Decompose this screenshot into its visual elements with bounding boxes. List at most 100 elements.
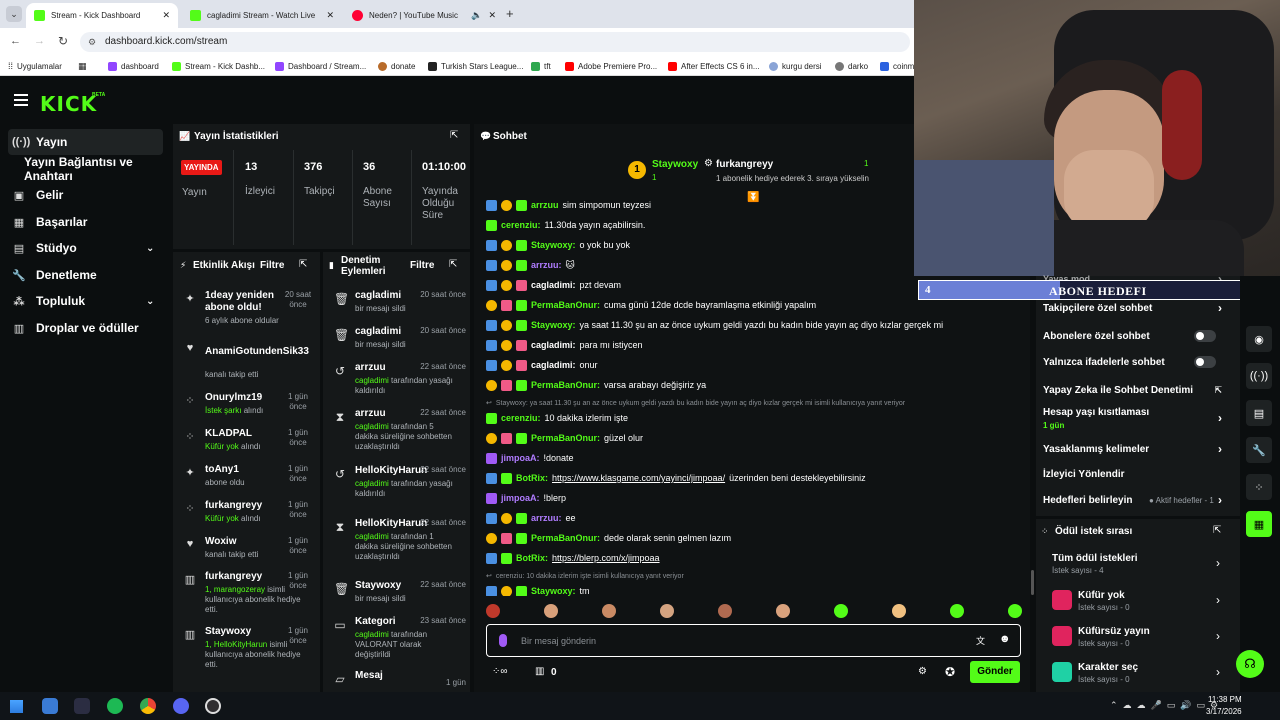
popout-icon[interactable]: ⇱ <box>449 259 457 270</box>
tool-button-broadcast[interactable]: ((·)) <box>1246 363 1272 389</box>
bookmark-kurgu[interactable]: kurgu dersi <box>769 56 822 76</box>
emote-icon[interactable] <box>544 604 558 618</box>
windows-start-icon[interactable] <box>10 700 23 713</box>
setting-raid[interactable]: İzleyici Yönlendir <box>1043 465 1228 483</box>
discord-icon[interactable] <box>173 698 189 714</box>
tab-search-button[interactable]: ⌄ <box>6 6 22 22</box>
kick-logo[interactable]: KICK <box>40 92 97 116</box>
emote-icon[interactable] <box>776 604 790 618</box>
reward-all[interactable]: Tüm ödül istekleri İstek sayısı - 4 › <box>1052 553 1232 579</box>
mod-tools-icon[interactable]: ✪ <box>945 665 955 679</box>
chat-username[interactable]: Staywoxy: <box>531 320 576 330</box>
chat-username[interactable]: cerenziu: <box>501 413 541 423</box>
microphone-icon[interactable] <box>499 634 507 647</box>
sidebar-item-topluluk[interactable]: ⁂ Topluluk ⌄ <box>0 288 170 314</box>
emote-icon[interactable] <box>834 604 848 618</box>
chat-username[interactable]: cagladimi: <box>531 280 576 290</box>
bookmark-stream-kick[interactable]: Stream - Kick Dashb... <box>172 56 265 76</box>
bookmark-tsl[interactable]: Turkish Stars League... <box>428 56 523 76</box>
tab-cagladimi-stream[interactable]: cagladimi Stream - Watch Live ✕ <box>182 3 342 28</box>
chat-link[interactable]: https://www.klasgame.com/yayinci/jimpoaa… <box>552 473 725 483</box>
chrome-icon[interactable] <box>140 698 156 714</box>
moderation-filter-button[interactable]: Filtre <box>410 260 434 271</box>
chat-username[interactable]: PermaBanOnur: <box>531 533 600 543</box>
bookmark-after-effects[interactable]: After Effects CS 6 in... <box>668 56 760 76</box>
bookmark-donate[interactable]: donate <box>378 56 415 76</box>
emoji-icon[interactable]: ☻ <box>999 633 1011 645</box>
forward-icon[interactable]: → <box>34 35 45 47</box>
setting-subscribers-only[interactable]: Abonelere özel sohbet <box>1043 327 1228 345</box>
tool-button-calendar[interactable]: ▤ <box>1246 400 1272 426</box>
activity-filter-button[interactable]: Filtre <box>260 260 284 271</box>
taskbar-app-icon[interactable] <box>42 698 58 714</box>
tab-youtube-music[interactable]: Neden? | YouTube Music 🔈 ✕ <box>344 3 504 28</box>
chat-link[interactable]: https://blerp.com/x/jimpoaa <box>552 553 660 563</box>
hamburger-menu-icon[interactable] <box>14 94 28 106</box>
emote-icon[interactable] <box>950 604 964 618</box>
reload-icon[interactable]: ↻ <box>58 34 68 48</box>
chat-username[interactable]: BotRix: <box>516 473 548 483</box>
chat-username[interactable]: BotRix: <box>516 553 548 563</box>
sidebar-item-denetleme[interactable]: 🔧 Denetleme <box>0 262 170 288</box>
spotify-icon[interactable] <box>107 698 123 714</box>
popout-icon[interactable]: ⇱ <box>450 130 458 141</box>
tab-close-icon[interactable]: ✕ <box>488 10 496 21</box>
emote-icon[interactable] <box>718 604 732 618</box>
emote-icon[interactable] <box>892 604 906 618</box>
send-button[interactable]: Gönder <box>970 661 1020 683</box>
chat-username[interactable]: jimpoaA: <box>501 453 540 463</box>
sidebar-item-basarilar[interactable]: ▦ Başarılar <box>0 209 170 235</box>
tool-button-moderation[interactable]: 🔧 <box>1246 437 1272 463</box>
shop-icon[interactable]: ▥ <box>535 666 544 677</box>
setting-ai-moderation[interactable]: Yapay Zeka ile Sohbet Denetimi ⇱ <box>1043 381 1228 399</box>
setting-emote-only[interactable]: Yalnızca ifadelerle sohbet <box>1043 353 1228 371</box>
sidebar-item-studyo[interactable]: ▤ Stüdyo ⌄ <box>0 235 170 261</box>
chat-username[interactable]: arrzuu: <box>531 513 562 523</box>
popout-icon[interactable]: ⇱ <box>1213 525 1221 536</box>
chevron-down-icon[interactable]: ⌄ <box>146 296 154 307</box>
setting-followers-only[interactable]: Takipçilere özel sohbet › <box>1043 299 1228 317</box>
chat-username[interactable]: cagladimi: <box>531 360 576 370</box>
bookmark-apps[interactable]: ⁞⁞ Uygulamalar <box>8 56 62 76</box>
obs-icon[interactable] <box>205 698 221 714</box>
sidebar-item-yayin-baglantisi[interactable]: Yayın Bağlantısı ve Anahtarı <box>14 155 174 183</box>
support-button[interactable]: ☊ <box>1236 650 1264 678</box>
chat-username[interactable]: PermaBanOnur: <box>531 433 600 443</box>
chat-username[interactable]: Staywoxy: <box>531 586 576 596</box>
emote-icon[interactable] <box>660 604 674 618</box>
subscribers-only-toggle[interactable] <box>1194 330 1216 342</box>
chat-username[interactable]: cagladimi: <box>531 340 576 350</box>
site-info-icon[interactable]: ⚙ <box>88 32 96 52</box>
setting-banned-words[interactable]: Yasaklanmış kelimeler › <box>1043 440 1228 458</box>
url-field[interactable]: ⚙ dashboard.kick.com/stream <box>80 32 910 52</box>
chat-scrollbar[interactable] <box>1031 570 1034 595</box>
reward-kufur-yok[interactable]: Küfür yok İstek sayısı - 0 › <box>1052 590 1232 616</box>
chat-input[interactable]: Bir mesaj gönderin 文 ☻ <box>486 624 1021 657</box>
chat-username[interactable]: cerenziu: <box>501 220 541 230</box>
chat-settings-icon[interactable]: ⚙ <box>918 666 927 677</box>
chat-username[interactable]: arrzuu: <box>531 260 562 270</box>
points-icon[interactable]: ⁘∞ <box>492 666 508 677</box>
sidebar-item-gelir[interactable]: ▣ Gelir <box>0 182 170 208</box>
emote-icon[interactable] <box>1008 604 1022 618</box>
chat-username[interactable]: jimpoaA: <box>501 493 540 503</box>
tab-close-icon[interactable]: ✕ <box>162 10 170 21</box>
tool-button-clips[interactable]: ▦ <box>1246 511 1272 537</box>
tool-button-chat[interactable]: ◉ <box>1246 326 1272 352</box>
chat-username[interactable]: Staywoxy: <box>531 240 576 250</box>
tool-button-rewards[interactable]: ⁘ <box>1246 474 1272 500</box>
sidebar-item-droplar[interactable]: ▥ Droplar ve ödüller <box>0 315 170 341</box>
translate-icon[interactable]: 文 <box>976 634 985 647</box>
tab-close-icon[interactable]: ✕ <box>326 10 334 21</box>
chat-username[interactable]: arrzuu <box>531 200 559 210</box>
reward-kufursuz-yayin[interactable]: Küfürsüz yayın İstek sayısı - 0 › <box>1052 626 1232 652</box>
setting-goals[interactable]: Hedefleri belirleyin ● Aktif hedefler - 1… <box>1043 491 1228 509</box>
bookmark-coinm[interactable]: coinm <box>880 56 914 76</box>
bookmark-grid[interactable]: ▦ <box>78 56 87 76</box>
bookmark-dashboard-stream[interactable]: Dashboard / Stream... <box>275 56 366 76</box>
bookmark-premiere[interactable]: Adobe Premiere Pro... <box>565 56 657 76</box>
emote-only-toggle[interactable] <box>1194 356 1216 368</box>
chevron-down-icon[interactable]: ⌄ <box>146 243 154 254</box>
chat-username[interactable]: PermaBanOnur: <box>531 380 600 390</box>
taskbar-app-icon[interactable] <box>74 698 90 714</box>
